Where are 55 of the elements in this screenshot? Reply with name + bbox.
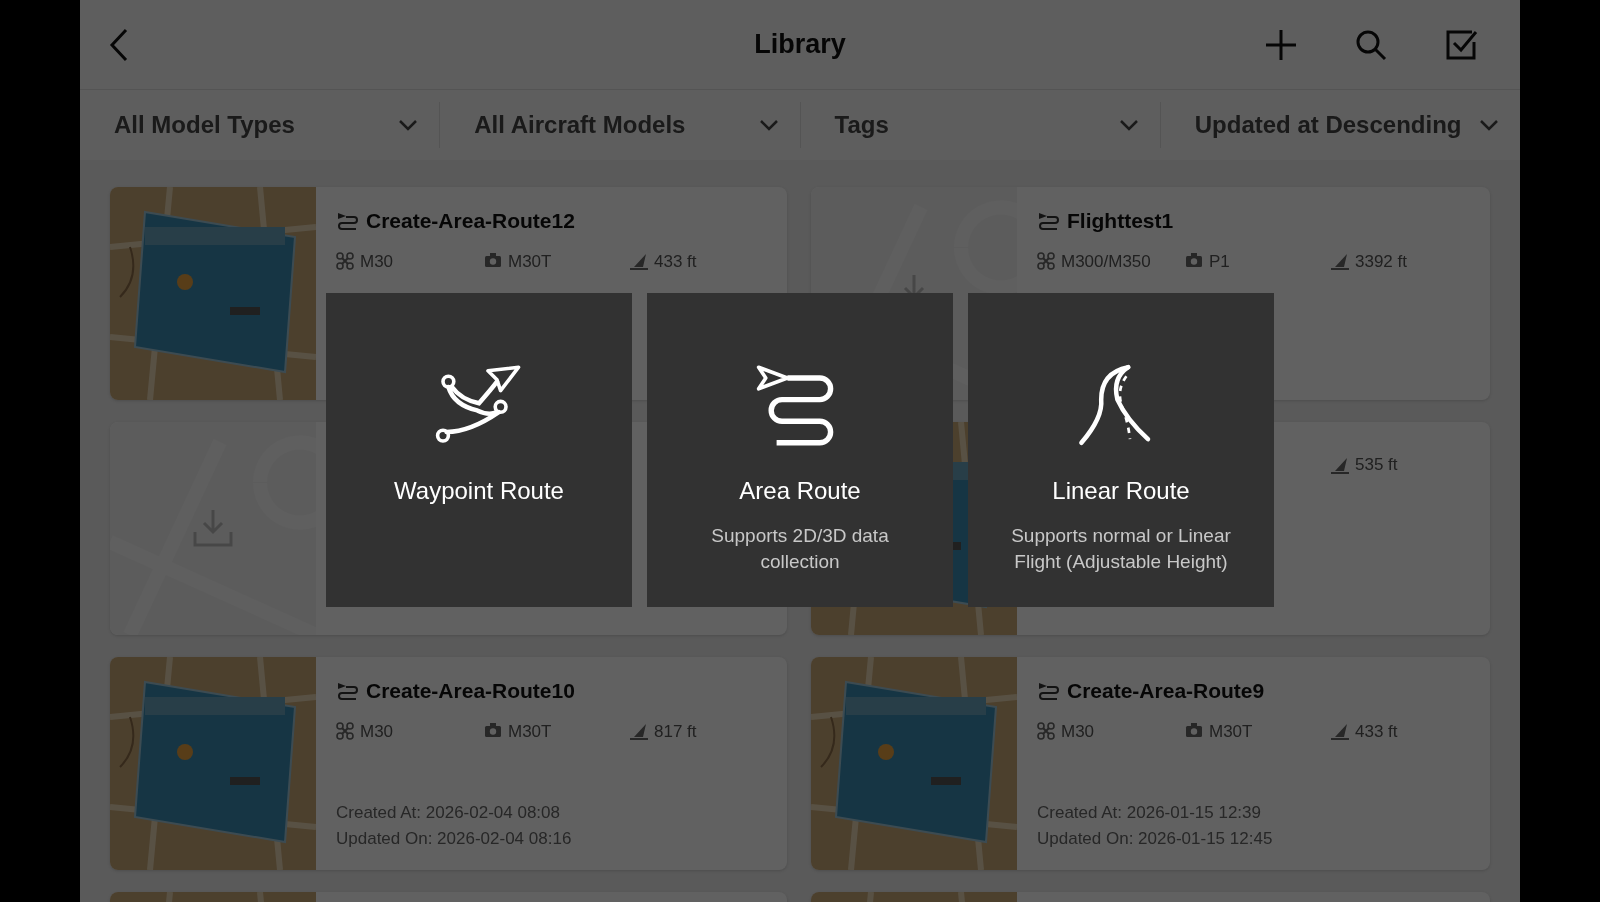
route-card[interactable]: Create-Area-Route10 M30 M30T 817 ft Created At: 2026-02-04 08:08 Updated On: 2026-02-04 08:16	[110, 657, 787, 870]
camera-model: M30T	[508, 250, 552, 273]
camera-model: M30T	[508, 720, 552, 743]
option-title: Area Route	[739, 476, 861, 506]
altitude: 817 ft	[654, 720, 697, 743]
chevron-down-icon	[1119, 119, 1138, 131]
drone-icon	[1037, 722, 1055, 741]
route-type-option[interactable]: Area Route Supports 2D/3D data collection	[647, 293, 953, 607]
updated-date: Updated On: 2026-01-15 12:45	[1037, 828, 1274, 850]
plus-icon	[1264, 27, 1298, 62]
altitude-icon	[630, 252, 648, 271]
camera-model: M30T	[1209, 720, 1253, 743]
chevron-down-icon	[1480, 119, 1498, 131]
route-type-icon	[336, 210, 358, 231]
option-title: Waypoint Route	[394, 476, 564, 506]
route-card[interactable]: Create-Area-Route9 M30 M30T 433 ft Created At: 2026-01-15 12:39 Updated On: 2026-01-15 12:45	[811, 657, 1490, 870]
option-title: Linear Route	[1052, 476, 1190, 506]
altitude: 535 ft	[1355, 454, 1398, 476]
drone-icon	[1037, 252, 1055, 271]
option-description: Supports 2D/3D data collection	[710, 524, 890, 574]
filter-dropdown[interactable]: Updated at Descending	[1160, 102, 1520, 148]
camera-model: P1	[1209, 250, 1230, 273]
aircraft-model: M300/M350	[1061, 250, 1151, 273]
route-name: Create-Area-Route12	[366, 208, 575, 234]
aircraft-model: M30	[360, 720, 394, 743]
page-title: Library	[754, 28, 846, 62]
created-date: Created At: 2026-01-15 12:39	[1037, 802, 1262, 824]
created-date: Created At: 2026-02-04 08:08	[336, 802, 561, 824]
route-name: Create-Area-Route9	[1067, 678, 1265, 704]
back-icon	[108, 26, 130, 63]
altitude: 3392 ft	[1355, 250, 1407, 273]
route-type-option[interactable]: Waypoint Route	[326, 293, 632, 607]
updated-date: Updated On: 2026-02-04 08:16	[336, 828, 573, 850]
filter-dropdown[interactable]: All Model Types	[80, 102, 441, 148]
altitude: 433 ft	[654, 250, 697, 273]
altitude-icon	[630, 722, 648, 741]
route-type-icon	[1037, 680, 1059, 701]
route-type-icon	[1037, 210, 1059, 231]
aircraft-model: M30	[360, 250, 394, 273]
route-type-icon	[336, 680, 358, 701]
download-icon	[192, 508, 234, 548]
route-type-option[interactable]: Linear Route Supports normal or Linear Flight (Adjustable Height)	[968, 293, 1274, 607]
aircraft-model: M30	[1061, 720, 1095, 743]
route-name: Flighttest1	[1067, 208, 1174, 234]
chevron-down-icon	[399, 119, 418, 131]
filter-dropdown[interactable]: All Aircraft Models	[440, 102, 801, 148]
route-name: Create-Area-Route10	[366, 678, 575, 704]
altitude-icon	[1331, 252, 1349, 271]
chevron-down-icon	[759, 119, 778, 131]
altitude: 433 ft	[1355, 720, 1398, 743]
drone-icon	[336, 722, 354, 741]
option-description: Supports normal or Linear Flight (Adjustable Height)	[1010, 524, 1232, 574]
drone-icon	[336, 252, 354, 271]
filter-dropdown[interactable]: Tags	[800, 102, 1161, 148]
altitude-icon	[1331, 722, 1349, 741]
